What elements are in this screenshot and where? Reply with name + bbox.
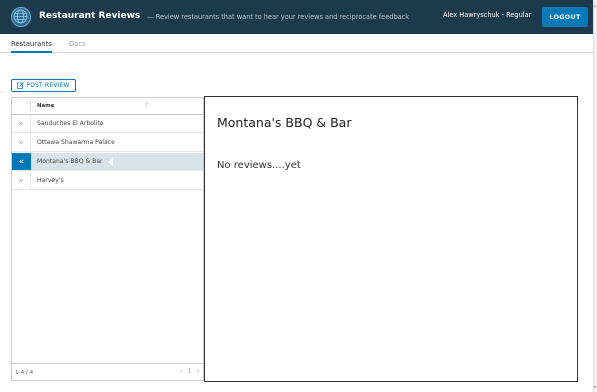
restaurant-name: Montana's BBQ & Bar [37,158,103,165]
expand-icon[interactable]: » [12,172,31,189]
restaurant-name: Ottawa Shawarma Palace [37,139,115,146]
scroll-down-icon[interactable]: ▾ [593,384,597,389]
post-review-button[interactable]: POST REVIEW [11,79,76,92]
expand-icon[interactable]: » [12,115,31,132]
tab-restaurants[interactable]: Restaurants [11,40,52,53]
expand-icon[interactable]: » [12,134,31,151]
detail-panel: Montana's BBQ & Bar No reviews....yet [204,96,578,382]
post-review-label: POST REVIEW [26,82,70,89]
table-row[interactable]: » Ottawa Shawarma Palace [12,134,203,152]
app-header: Restaurant Reviews — Review restaurants … [0,0,593,34]
reviews-message: No reviews....yet [217,160,301,171]
prev-page-button[interactable]: ‹ [180,369,182,375]
tab-docs[interactable]: Docs [69,40,86,48]
grid-header: Name ⊤ [12,98,203,115]
tab-bar: Restaurants Docs [0,34,593,53]
page-scrollbar[interactable] [593,0,597,392]
collapse-icon[interactable]: « [12,153,31,170]
app-title[interactable]: Restaurant Reviews [39,11,140,21]
table-row[interactable]: » Sanduches El Arbolito [12,115,203,133]
row-count: 1-4 / 4 [15,370,34,376]
selection-pointer-icon [108,158,113,166]
grid-footer: 1-4 / 4 ‹ 1 › [12,363,203,380]
edit-icon [17,82,25,89]
table-row-selected[interactable]: « Montana's BBQ & Bar [12,153,203,171]
scroll-up-icon[interactable]: ▴ [593,3,597,8]
column-separator [30,101,31,112]
logout-button[interactable]: LOGOUT [542,7,588,27]
user-name: Alex Hawryschuk - Regular [443,11,532,19]
pagination: ‹ 1 › [180,369,199,375]
restaurant-title: Montana's BBQ & Bar [217,115,352,130]
app-subtitle: — Review restaurants that want to hear y… [147,13,410,21]
restaurant-name: Harvey's [37,177,64,184]
table-row[interactable]: » Harvey's [12,172,203,190]
globe-icon [11,7,31,27]
restaurant-name: Sanduches El Arbolito [37,120,104,127]
filter-icon[interactable]: ⊤ [144,102,149,109]
column-header-name[interactable]: Name [37,103,54,109]
restaurant-grid: Name ⊤ » Sanduches El Arbolito » Ottawa … [11,97,204,381]
next-page-button[interactable]: › [197,369,199,375]
page-number: 1 [187,369,192,375]
